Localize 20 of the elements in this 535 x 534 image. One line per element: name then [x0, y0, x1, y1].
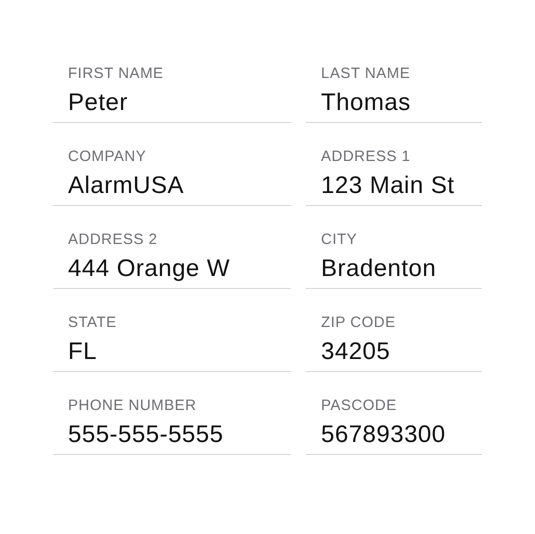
field-label: FIRST NAME [67, 65, 164, 83]
text-field[interactable]: Peter [53, 83, 291, 123]
field-label: ZIP CODE [320, 314, 396, 332]
field-label: LAST NAME [320, 65, 410, 83]
field-label: PASCODE [320, 397, 397, 415]
field-label: COMPANY [67, 148, 146, 166]
text-field[interactable]: 567893300 [306, 415, 482, 455]
field-label: STATE [67, 314, 117, 332]
text-field[interactable]: Thomas [306, 83, 482, 123]
text-field[interactable]: Bradenton [306, 249, 482, 289]
text-field[interactable]: 555-555-5555 [53, 415, 291, 455]
text-field[interactable]: 34205 [306, 332, 482, 372]
field-label: ADDRESS 2 [67, 231, 158, 249]
field-label: CITY [320, 231, 358, 249]
text-field[interactable]: FL [53, 332, 291, 372]
text-field[interactable]: AlarmUSA [53, 166, 291, 206]
text-field[interactable]: 123 Main St [306, 166, 482, 206]
field-label: PHONE NUMBER [67, 397, 197, 415]
field-label: ADDRESS 1 [320, 148, 411, 166]
text-field[interactable]: 444 Orange W [53, 249, 291, 289]
